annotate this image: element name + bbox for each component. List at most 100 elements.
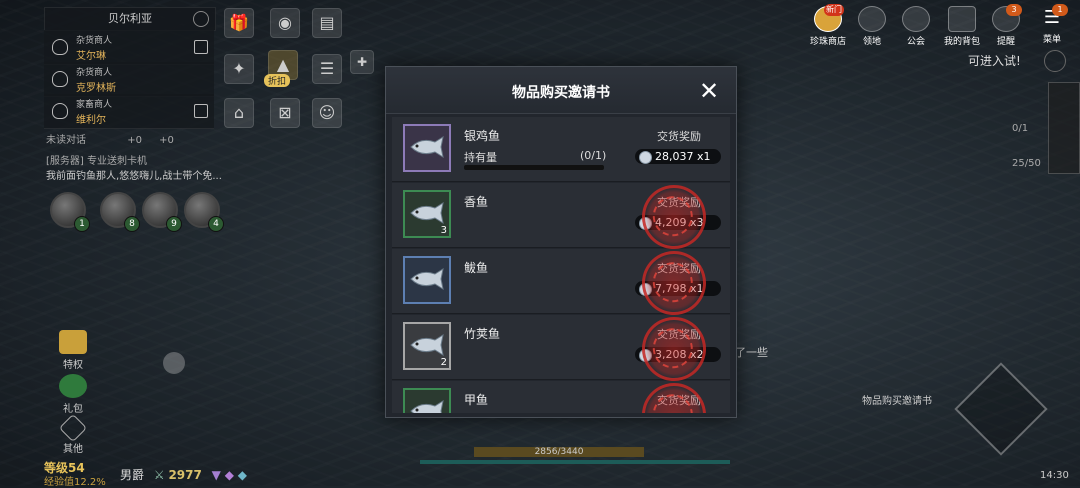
xp-bar — [420, 460, 730, 464]
territory-label: 领地 — [862, 37, 881, 47]
timer-icon[interactable] — [1044, 50, 1066, 72]
item-name: 香鱼 — [464, 195, 489, 209]
menu-button[interactable]: ☰ 菜单 1 — [1030, 4, 1074, 45]
party-count: 1 — [74, 216, 90, 232]
reminder-button[interactable]: 提醒 3 — [984, 4, 1028, 47]
item-name: 银鸡鱼 — [464, 129, 501, 143]
chat-line[interactable]: [服务器] 专业送刺卡机 — [46, 152, 147, 167]
crown-icon — [59, 330, 87, 354]
community-icon[interactable]: ☺ — [312, 98, 342, 128]
npc-item[interactable]: 杂货商人 克罗林斯 — [44, 62, 214, 97]
npc-name: 克罗林斯 — [76, 83, 116, 94]
item-row[interactable]: 鲅鱼交货奖励7,798 x1 — [392, 243, 730, 323]
privilege-label: 特权 — [63, 360, 83, 371]
completed-stamp-icon — [634, 375, 714, 413]
completed-stamp-icon — [634, 243, 714, 323]
completed-stamp-icon — [634, 177, 714, 257]
compass-icon[interactable] — [193, 11, 209, 27]
bag-button[interactable]: 我的背包 — [940, 6, 984, 47]
territory-icon — [858, 6, 886, 32]
package-button[interactable]: 礼包 — [56, 374, 90, 415]
npc-item[interactable]: 家畜商人 维利尔 — [44, 94, 214, 129]
item-name: 甲鱼 — [464, 393, 489, 407]
fish-icon[interactable]: 2 — [403, 322, 451, 370]
item-row[interactable]: 银鸡鱼持有量 (0/1) 交货奖励 28,037 x1 — [392, 117, 730, 182]
people-icon[interactable] — [194, 40, 208, 54]
close-icon[interactable]: ✕ — [697, 79, 721, 103]
quest-count: 0/1 — [1012, 123, 1029, 134]
npc-item[interactable]: 杂货商人 艾尔琳 — [44, 30, 214, 65]
party-count: 9 — [166, 216, 182, 232]
item-row[interactable]: 2竹荚鱼交货奖励3,208 x2 — [392, 309, 730, 389]
counter-b: +0 — [159, 135, 174, 146]
reward-label: 交货奖励 — [657, 130, 701, 143]
item-row[interactable]: 3香鱼交货奖励4,209 x3 — [392, 177, 730, 257]
codex-icon[interactable]: ▤ — [312, 8, 342, 38]
resize-icon[interactable] — [194, 104, 208, 118]
home-icon[interactable]: ⌂ — [224, 98, 254, 128]
more-icon — [58, 413, 88, 443]
holding-value: (0/1) — [580, 149, 607, 162]
package-label: 礼包 — [63, 404, 83, 415]
power-value: 2977 — [168, 468, 202, 482]
counter-a: +0 — [127, 135, 142, 146]
discount-label: 折扣 — [264, 74, 291, 87]
map-icon[interactable]: ⊠ — [270, 98, 300, 128]
item-quantity: 3 — [440, 225, 447, 236]
reminder-label: 提醒 — [996, 37, 1015, 47]
wechat-icon — [59, 374, 87, 398]
gift-icon[interactable]: 🎁 — [224, 8, 254, 38]
clock-text: 14:30 — [1040, 470, 1069, 481]
player-info: 男爵 ⚔ 2977 ▼ ◆ ◆ — [120, 466, 247, 483]
dialog-header: 物品购买邀请书 ✕ — [386, 67, 736, 114]
bag-label: 我的背包 — [943, 37, 980, 47]
gem-icon[interactable]: ◆ — [238, 468, 247, 482]
item-name: 鲅鱼 — [464, 261, 489, 275]
enter-hint: 可进入试! — [968, 54, 1021, 68]
chat-line[interactable]: 我前面钓鱼那人,悠悠嗨儿,战士带个免... — [46, 167, 222, 182]
npc-role: 杂货商人 — [76, 68, 113, 78]
item-row[interactable]: 甲鱼交货奖励 — [392, 375, 730, 413]
book-icon[interactable]: ☰ — [312, 54, 342, 84]
guild-button[interactable]: 公会 — [894, 6, 938, 47]
fish-icon[interactable] — [403, 388, 451, 413]
gem-icon[interactable]: ▼ — [212, 468, 221, 482]
gem-icon[interactable]: ◆ — [225, 468, 234, 482]
guild-label: 公会 — [906, 37, 925, 47]
party-count: 8 — [124, 216, 140, 232]
quest-side-panel[interactable] — [1048, 82, 1080, 174]
potion-icon — [52, 71, 68, 87]
territory-button[interactable]: 领地 — [850, 6, 894, 47]
party-member[interactable]: 4 — [184, 192, 224, 232]
unread-label: 未读对话 — [46, 135, 86, 146]
item-list[interactable]: 银鸡鱼持有量(0/1)交货奖励28,037 x13香鱼交货奖励4,209 x3鲅… — [392, 117, 730, 413]
menu-label: 菜单 — [1042, 35, 1061, 45]
quest-float-label[interactable]: 物品购买邀请书 — [862, 392, 932, 407]
bag-icon — [948, 6, 976, 32]
guild-icon — [902, 6, 930, 32]
wings-icon[interactable]: ✦ — [224, 54, 254, 84]
other-button[interactable]: 其他 — [56, 413, 90, 455]
party-member[interactable]: 9 — [142, 192, 182, 232]
holding-label: 持有量 — [464, 151, 497, 164]
fish-icon[interactable] — [403, 256, 451, 304]
holding-progress-bar — [464, 165, 604, 170]
privilege-button[interactable]: 特权 — [56, 330, 90, 371]
cow-icon — [52, 103, 68, 119]
medal-icon[interactable]: ◉ — [270, 8, 300, 38]
party-member[interactable]: 1 — [50, 192, 90, 232]
fish-icon[interactable]: 3 — [403, 190, 451, 238]
joystick-knob[interactable] — [163, 352, 185, 374]
reward-pill: 28,037 x1 — [635, 149, 721, 164]
plus-icon[interactable]: ✚ — [350, 50, 374, 74]
npc-role: 杂货商人 — [76, 36, 113, 46]
pearl-shop-button[interactable]: 珍珠商店 新门 — [806, 4, 850, 47]
chat-status[interactable]: 未读对话 +0 +0 — [46, 131, 174, 146]
fish-icon[interactable] — [403, 124, 451, 172]
hp-bar: 2856/3440 — [474, 447, 644, 457]
party-count: 4 — [208, 216, 224, 232]
region-header[interactable]: 贝尔利亚 — [44, 7, 216, 31]
party-member[interactable]: 8 — [100, 192, 140, 232]
silver-coin-icon — [639, 151, 652, 164]
background-text: 了一些 — [735, 346, 768, 359]
